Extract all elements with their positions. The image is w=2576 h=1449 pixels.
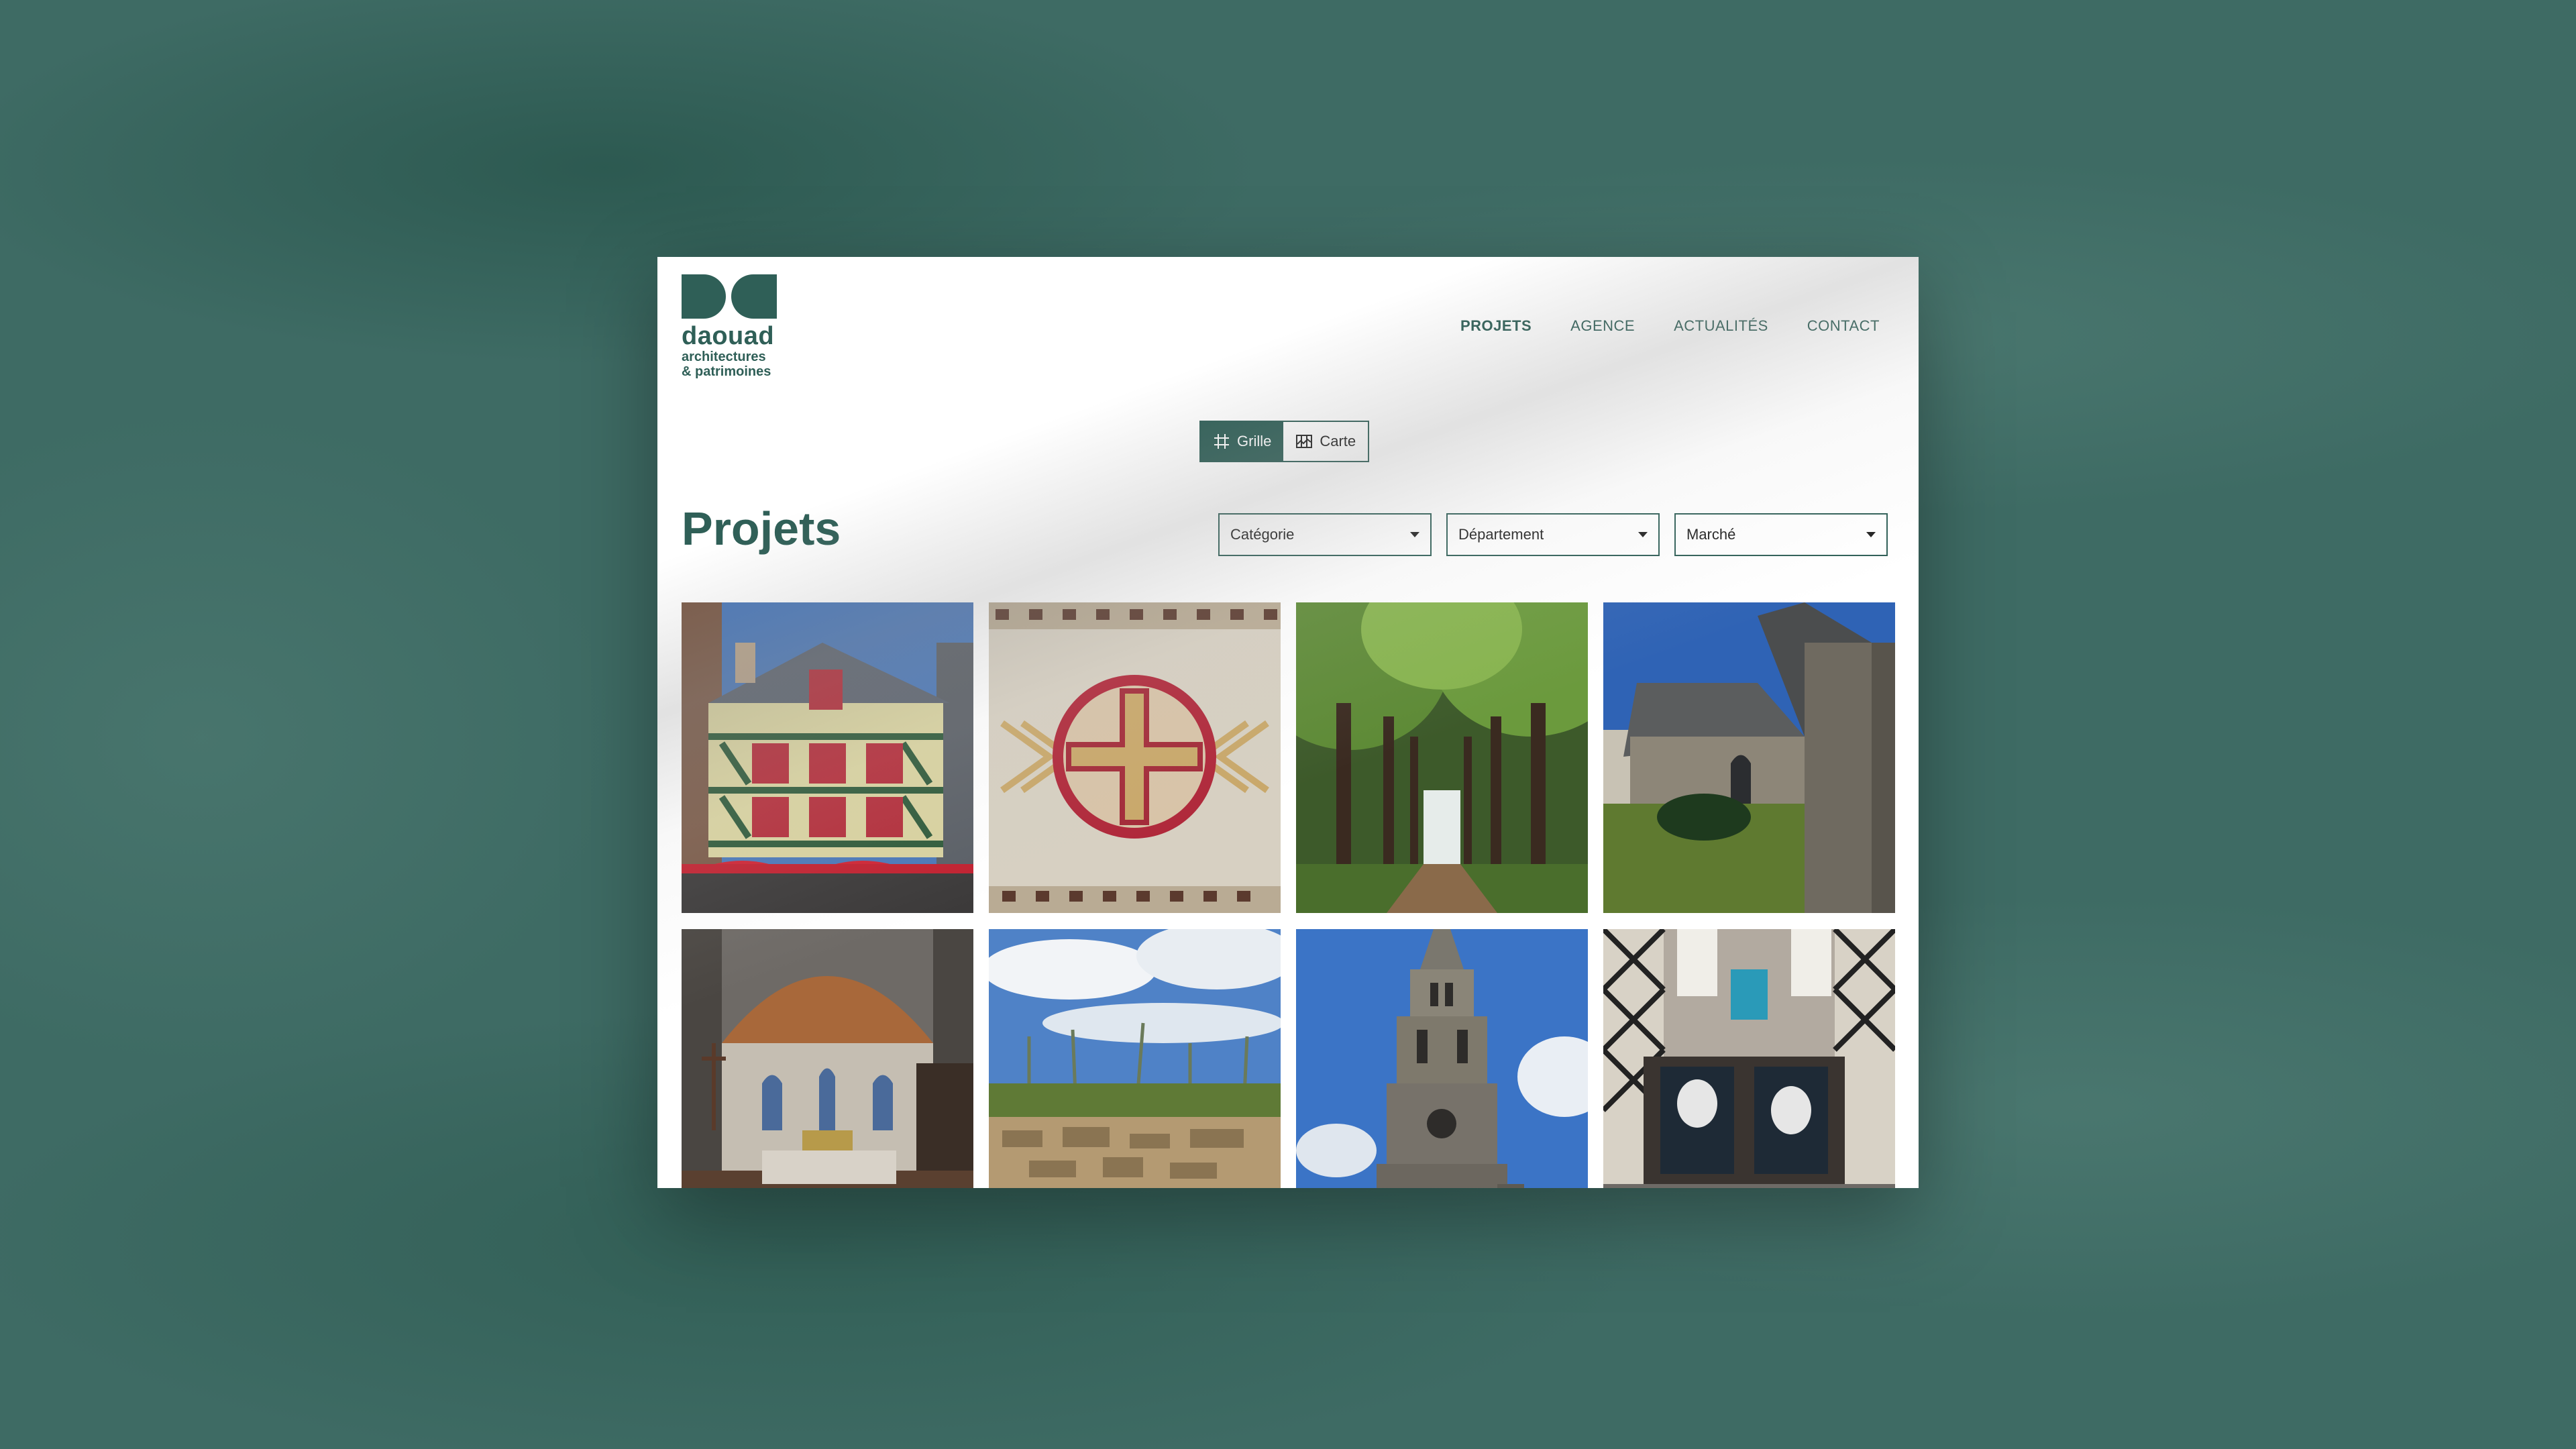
category-select-value: Catégorie: [1230, 526, 1295, 543]
logo-d-shape: [682, 274, 726, 319]
map-icon: [1296, 435, 1313, 448]
view-toggle: Grille Carte: [1199, 421, 1370, 462]
project-image: [989, 929, 1281, 1188]
project-image: [1603, 602, 1895, 913]
department-select-value: Département: [1458, 526, 1544, 543]
market-select[interactable]: Marché: [1674, 513, 1888, 556]
grid-icon: [1214, 434, 1229, 449]
project-card-timbered-house[interactable]: [682, 602, 973, 913]
page-title: Projets: [682, 502, 841, 555]
nav-agence[interactable]: AGENCE: [1570, 317, 1635, 335]
project-image: [682, 602, 973, 913]
nav-projets[interactable]: PROJETS: [1460, 317, 1532, 335]
project-card-mosaic[interactable]: [989, 602, 1281, 913]
main-nav: PROJETS AGENCE ACTUALITÉS CONTACT: [1460, 317, 1880, 335]
project-image: [1296, 602, 1588, 913]
grid-view-button[interactable]: Grille: [1201, 422, 1284, 461]
project-image: [1296, 929, 1588, 1188]
logo-tagline-1: architectures: [682, 350, 766, 364]
logo-tagline-2: & patrimoines: [682, 364, 771, 379]
chevron-down-icon: [1638, 532, 1648, 537]
category-select[interactable]: Catégorie: [1218, 513, 1432, 556]
market-select-value: Marché: [1686, 526, 1736, 543]
project-image: [682, 929, 973, 1188]
logo-name: daouad: [682, 322, 775, 350]
browser-window: daouad architectures & patrimoines PROJE…: [657, 257, 1919, 1188]
project-card-bell-tower[interactable]: [1296, 929, 1588, 1188]
project-card-stone-wall[interactable]: [989, 929, 1281, 1188]
filters-bar: Catégorie Département Marché: [1218, 513, 1888, 556]
map-view-button[interactable]: Carte: [1283, 422, 1368, 461]
chevron-down-icon: [1410, 532, 1419, 537]
nav-contact[interactable]: CONTACT: [1807, 317, 1880, 335]
grid-view-label: Grille: [1237, 433, 1272, 449]
project-image: [1603, 929, 1895, 1188]
project-card-chapel[interactable]: [1603, 602, 1895, 913]
logo-c-shape: [731, 274, 777, 319]
logo-mark: [682, 274, 789, 319]
map-view-label: Carte: [1320, 433, 1356, 449]
project-image: [989, 602, 1281, 913]
project-card-church-interior[interactable]: [682, 929, 973, 1188]
projects-grid: [682, 602, 1895, 1188]
chevron-down-icon: [1866, 532, 1876, 537]
project-card-shopfront[interactable]: [1603, 929, 1895, 1188]
department-select[interactable]: Département: [1446, 513, 1660, 556]
nav-actualites[interactable]: ACTUALITÉS: [1674, 317, 1768, 335]
site-logo[interactable]: daouad architectures & patrimoines: [682, 274, 789, 379]
project-card-alley[interactable]: [1296, 602, 1588, 913]
